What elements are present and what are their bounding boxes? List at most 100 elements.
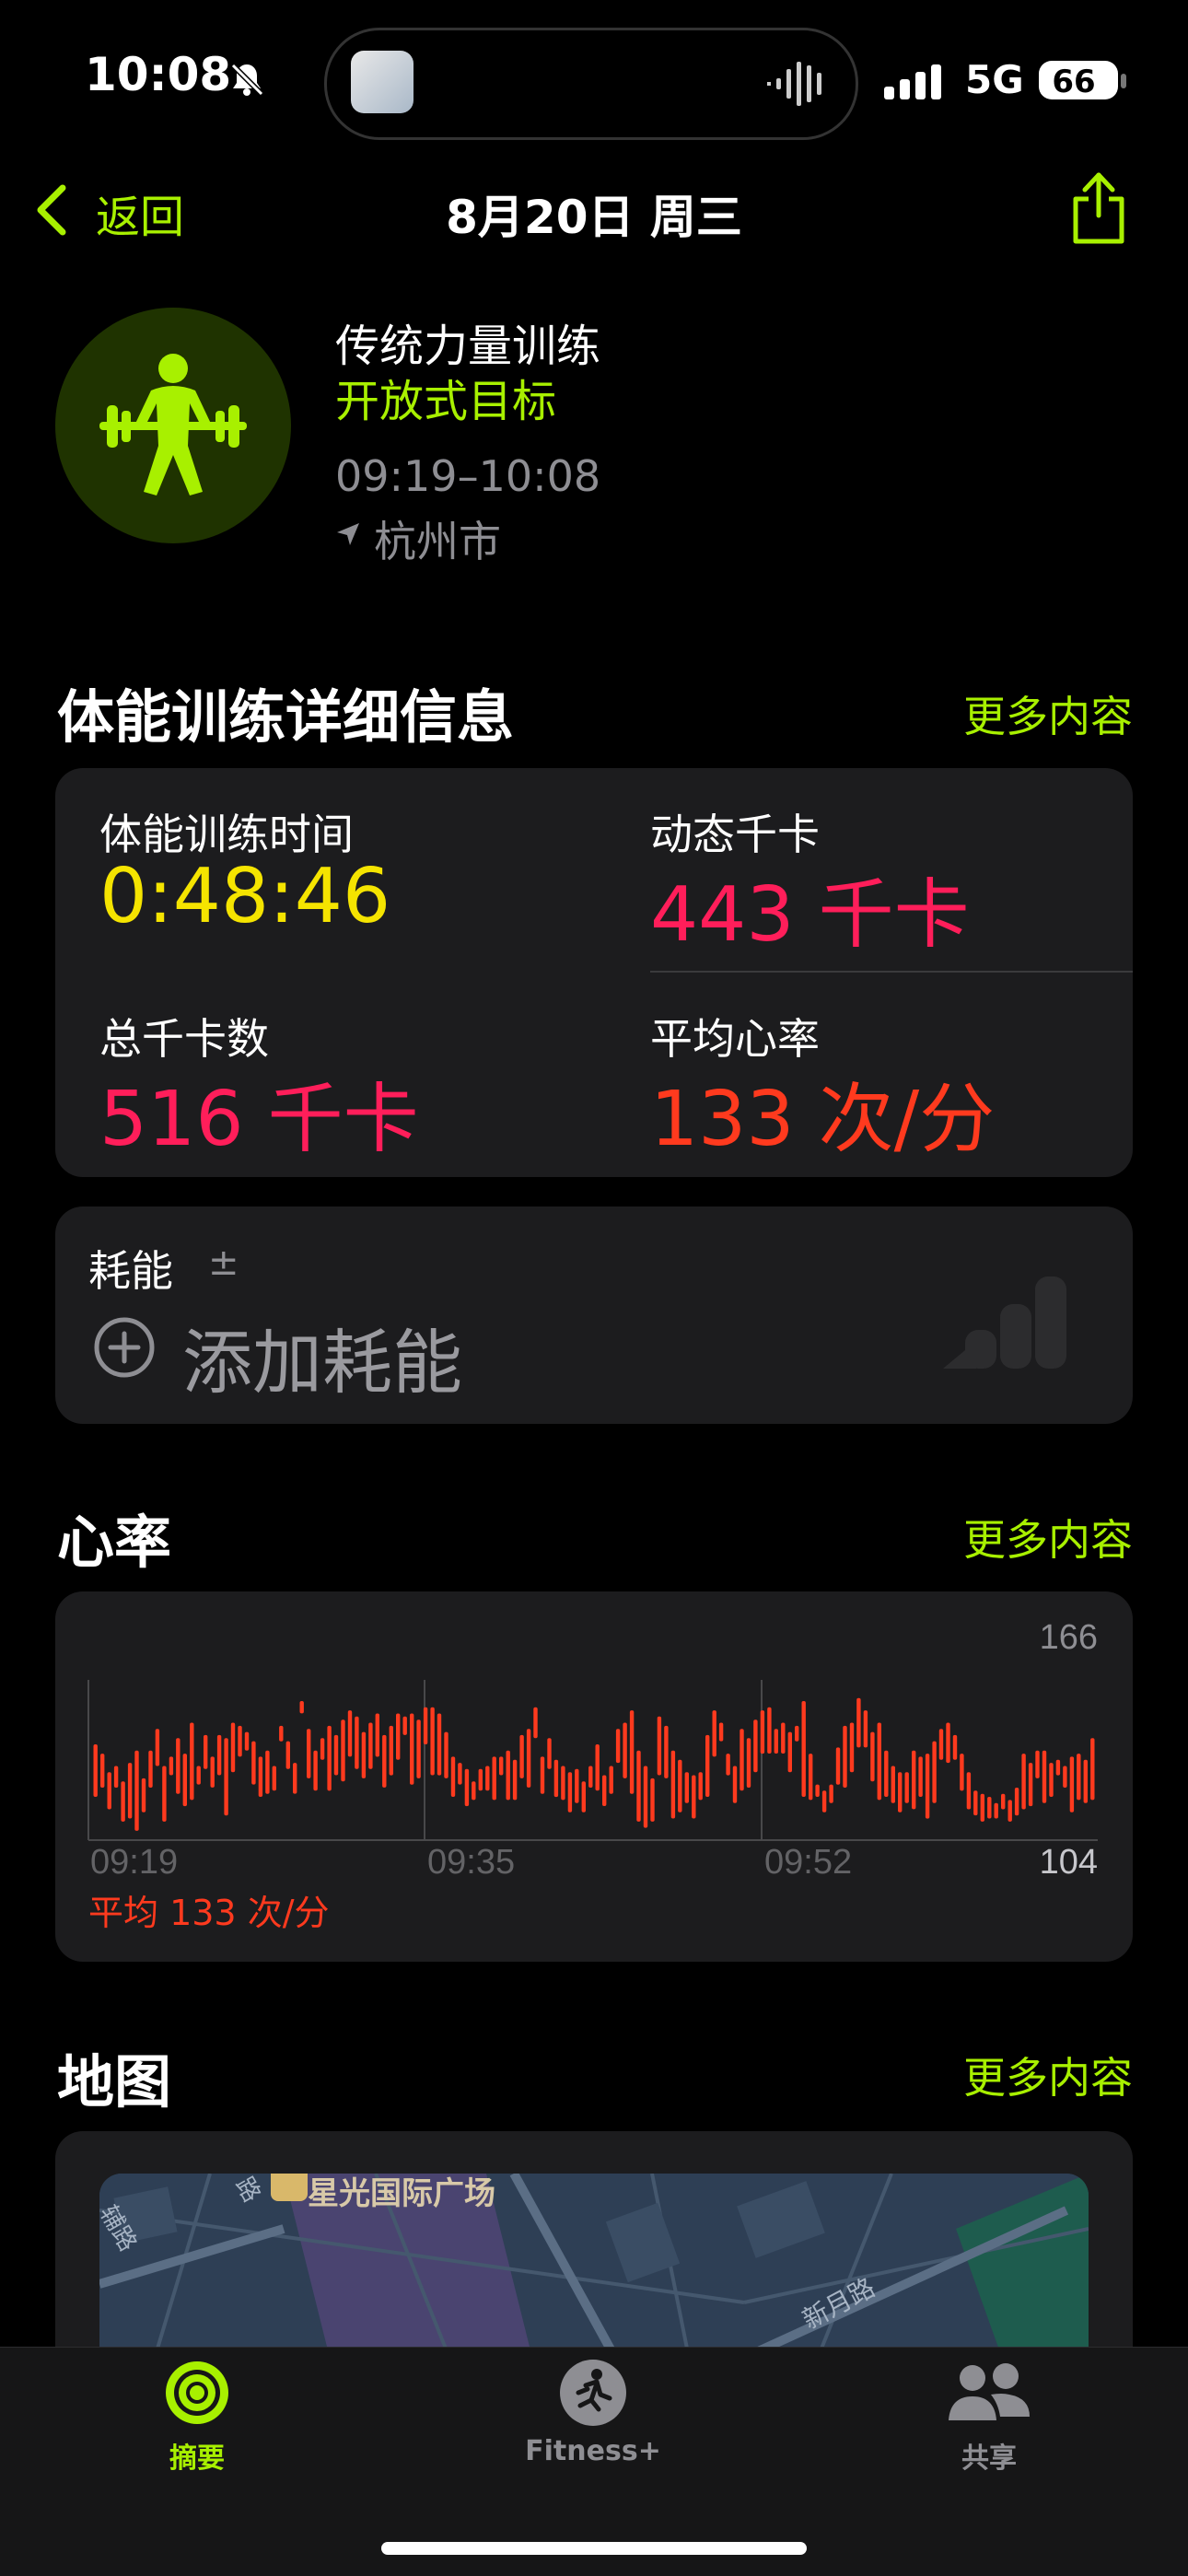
heart-rate-bar bbox=[863, 1710, 868, 1748]
heart-rate-bar bbox=[932, 1741, 937, 1803]
heart-rate-bar bbox=[93, 1744, 98, 1797]
heart-rate-bar bbox=[678, 1759, 682, 1813]
heart-rate-bar bbox=[547, 1738, 552, 1769]
tab-fitness-plus[interactable]: Fitness+ bbox=[455, 2358, 731, 2467]
status-bar: 10:08 5G 66 bbox=[0, 0, 1188, 157]
workout-icon bbox=[55, 308, 291, 543]
heart-rate-bar bbox=[458, 1763, 462, 1785]
details-card[interactable]: 体能训练时间 0:48:46 动态千卡 443 千卡 总千卡数 516 千卡 平… bbox=[55, 768, 1133, 1177]
share-icon[interactable] bbox=[1068, 169, 1129, 247]
tab-sharing[interactable]: 共享 bbox=[851, 2358, 1127, 2476]
heart-rate-bar bbox=[512, 1759, 518, 1801]
tab-summary-label: 摘要 bbox=[169, 2442, 225, 2475]
heart-rate-bar bbox=[904, 1772, 909, 1803]
heart-rate-card[interactable]: 166 104 09:19 09:35 09:52 平均 133 次/分 bbox=[55, 1591, 1133, 1962]
details-section-title: 体能训练详细信息 bbox=[57, 683, 515, 751]
tab-sharing-label: 共享 bbox=[961, 2442, 1017, 2475]
battery-cap bbox=[1121, 74, 1126, 88]
heart-rate-bar bbox=[1014, 1788, 1019, 1816]
battery-level: 66 bbox=[1052, 64, 1096, 100]
heart-rate-bar bbox=[416, 1719, 421, 1778]
heart-rate-bar bbox=[320, 1738, 325, 1760]
heart-rate-bar bbox=[382, 1734, 387, 1788]
heart-rate-bar bbox=[313, 1750, 318, 1791]
heart-rate-bar bbox=[623, 1722, 627, 1778]
heart-rate-bar bbox=[595, 1744, 600, 1791]
heart-rate-bar bbox=[567, 1772, 573, 1813]
signal-icon bbox=[884, 64, 941, 99]
tab-summary[interactable]: 摘要 bbox=[59, 2358, 335, 2476]
heart-rate-bar bbox=[1028, 1763, 1033, 1807]
heart-rate-bar bbox=[1049, 1763, 1054, 1797]
heart-rate-bar bbox=[987, 1797, 992, 1819]
heart-rate-more-link[interactable]: 更多内容 bbox=[963, 1507, 1133, 1568]
heart-rate-bar bbox=[450, 1756, 456, 1797]
heart-rate-bar bbox=[121, 1781, 125, 1822]
heart-rate-bar bbox=[341, 1719, 345, 1782]
effort-card[interactable]: 耗能 ± 添加耗能 bbox=[55, 1206, 1133, 1424]
total-cal-value: 516 千卡 bbox=[99, 1076, 419, 1163]
map-more-link[interactable]: 更多内容 bbox=[963, 2045, 1133, 2105]
heart-rate-bar bbox=[781, 1722, 786, 1754]
heart-rate-bar bbox=[835, 1747, 841, 1785]
heart-rate-bar bbox=[307, 1729, 311, 1778]
heart-rate-bar bbox=[925, 1754, 930, 1819]
heart-rate-bar bbox=[712, 1710, 716, 1757]
effort-bars-icon bbox=[943, 1276, 1066, 1369]
heart-rate-bar bbox=[602, 1775, 607, 1806]
heart-rate-bar bbox=[1069, 1756, 1075, 1813]
heart-rate-bar bbox=[272, 1766, 276, 1791]
dynamic-island[interactable] bbox=[324, 28, 858, 140]
heart-rate-bar bbox=[843, 1725, 847, 1788]
heart-rate-bar bbox=[849, 1722, 855, 1773]
heart-rate-bar bbox=[884, 1750, 889, 1797]
heart-rate-bar bbox=[912, 1750, 916, 1810]
heart-rate-bar bbox=[815, 1784, 820, 1797]
heart-rate-bar bbox=[1083, 1759, 1088, 1803]
bell-slash-icon bbox=[228, 61, 265, 98]
x-tick-label: 09:35 bbox=[427, 1843, 515, 1882]
details-more-link[interactable]: 更多内容 bbox=[963, 683, 1133, 744]
workout-location: 杭州市 bbox=[374, 517, 501, 566]
heart-rate-bar bbox=[299, 1701, 304, 1714]
heart-rate-bar bbox=[891, 1766, 895, 1803]
y-tick-label: 166 bbox=[1040, 1618, 1098, 1657]
workout-time-value: 0:48:46 bbox=[99, 853, 391, 940]
heart-rate-bar bbox=[636, 1750, 641, 1822]
heart-rate-bar bbox=[519, 1734, 524, 1778]
heart-rate-bar bbox=[127, 1763, 133, 1819]
heart-rate-bar bbox=[877, 1722, 881, 1801]
heart-rate-bar bbox=[870, 1731, 875, 1782]
heart-rate-bar bbox=[698, 1772, 703, 1801]
add-circle-icon bbox=[94, 1317, 155, 1378]
heart-rate-bar bbox=[938, 1729, 944, 1760]
heart-rate-bar bbox=[478, 1768, 483, 1791]
heart-rate-bar bbox=[1035, 1750, 1040, 1778]
heart-rate-bar bbox=[251, 1741, 256, 1785]
heart-rate-bar bbox=[464, 1768, 470, 1807]
heart-rate-bar bbox=[994, 1802, 998, 1819]
heart-rate-bar bbox=[1063, 1766, 1067, 1788]
heart-rate-bar bbox=[753, 1719, 758, 1773]
heart-rate-bar bbox=[684, 1772, 689, 1803]
heart-rate-bar bbox=[795, 1725, 799, 1742]
heart-rate-bar bbox=[718, 1722, 724, 1742]
heart-rate-bar bbox=[437, 1713, 442, 1776]
running-figure-icon bbox=[560, 2360, 626, 2426]
heart-rate-bar bbox=[169, 1756, 174, 1776]
heart-rate-bar bbox=[113, 1766, 119, 1788]
heart-rate-bar bbox=[265, 1750, 270, 1794]
heart-rate-bar bbox=[100, 1754, 105, 1788]
heart-rate-bar bbox=[692, 1775, 696, 1819]
poi-marker[interactable] bbox=[271, 2174, 308, 2201]
heart-rate-bar bbox=[726, 1754, 730, 1776]
now-playing-artwork bbox=[351, 51, 413, 113]
heart-rate-bar bbox=[1042, 1750, 1047, 1803]
people-icon bbox=[949, 2363, 1030, 2420]
heart-rate-bar bbox=[1055, 1759, 1061, 1776]
weightlifting-icon bbox=[99, 354, 247, 495]
home-indicator[interactable] bbox=[381, 2542, 807, 2555]
heart-rate-bar bbox=[485, 1766, 490, 1791]
poi-label: 星光国际广场 bbox=[308, 2175, 495, 2212]
heart-rate-bar bbox=[162, 1766, 167, 1822]
